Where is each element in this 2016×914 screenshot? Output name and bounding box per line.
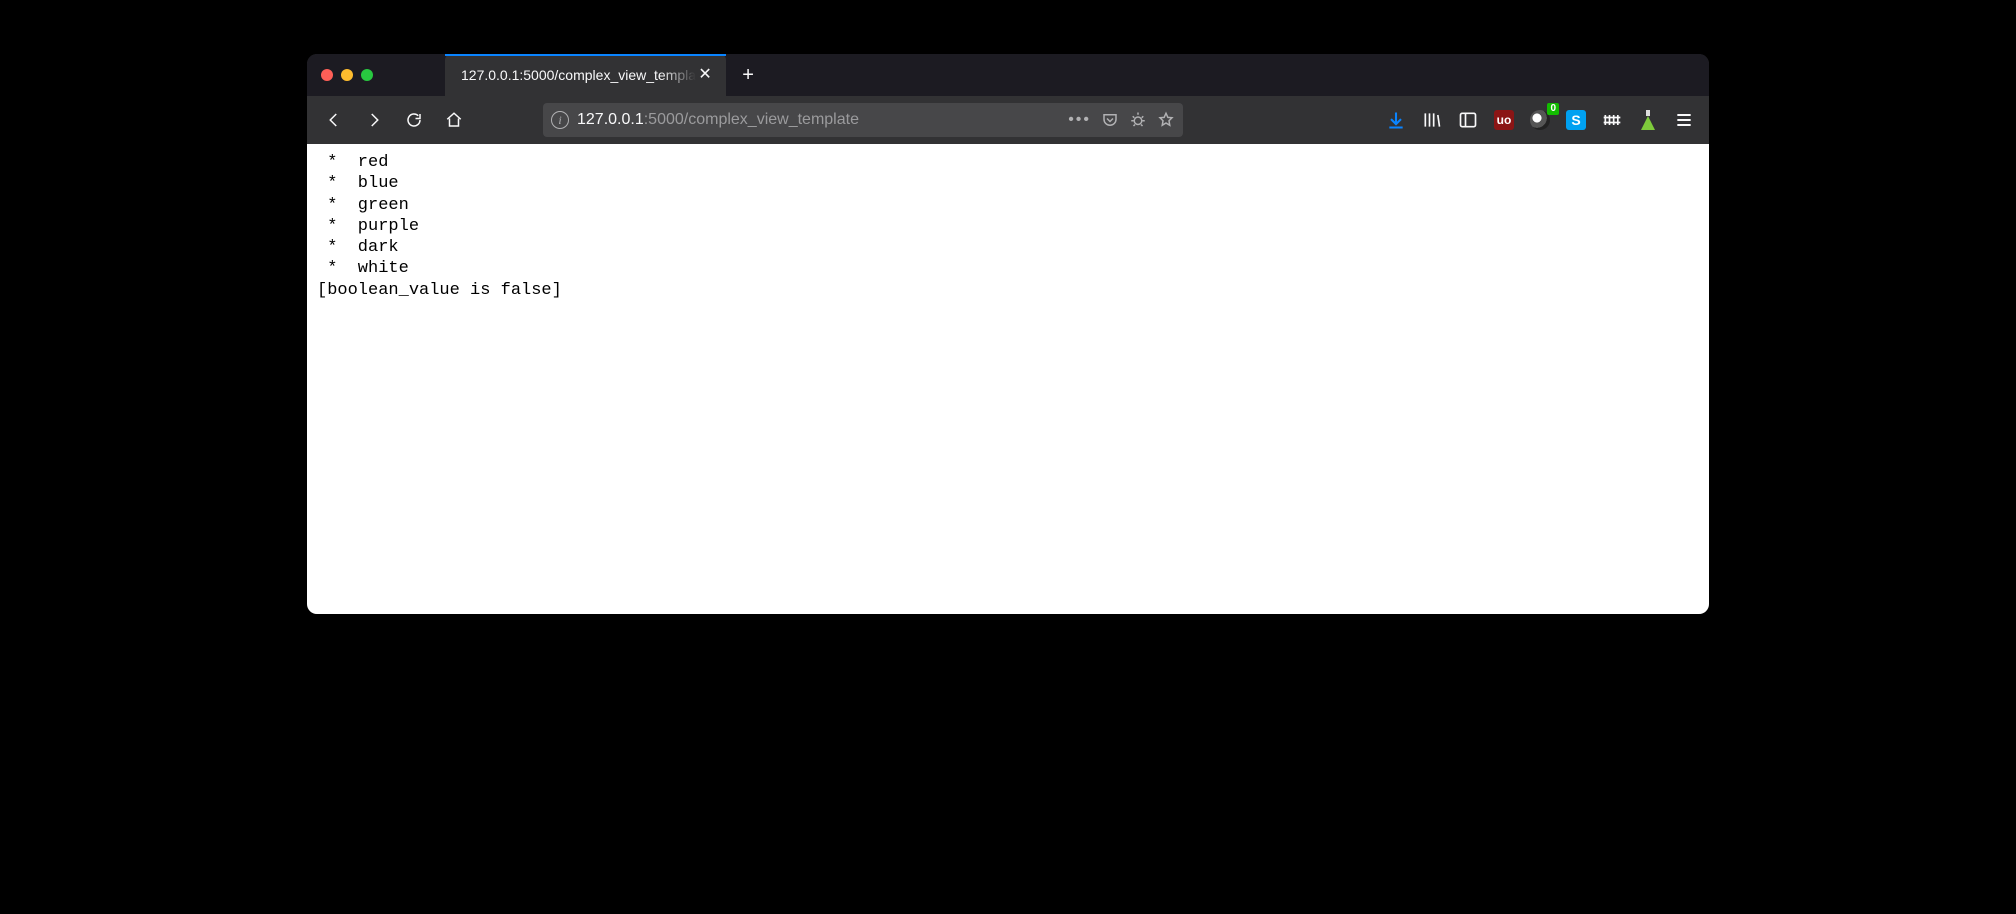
address-bar[interactable]: i 127.0.0.1:5000/complex_view_template •… [543, 103, 1183, 137]
page-actions-icon[interactable]: ••• [1068, 111, 1091, 129]
nav-bar: i 127.0.0.1:5000/complex_view_template •… [307, 96, 1709, 144]
toolbar-extensions: uo 0 S [1385, 109, 1699, 131]
badger-count: 0 [1547, 103, 1559, 115]
reload-button[interactable] [397, 103, 431, 137]
browser-window: 127.0.0.1:5000/complex_view_templa ✕ + i… [307, 54, 1709, 614]
url-text: 127.0.0.1:5000/complex_view_template [577, 111, 1060, 129]
bug-icon[interactable] [1129, 111, 1147, 129]
window-controls [321, 69, 373, 81]
app-menu-button[interactable] [1673, 109, 1695, 131]
window-maximize-button[interactable] [361, 69, 373, 81]
back-button[interactable] [317, 103, 351, 137]
s-extension-icon[interactable]: S [1565, 109, 1587, 131]
page-body-text: * red * blue * green * purple * dark * w… [317, 152, 1699, 301]
library-icon[interactable] [1421, 109, 1443, 131]
tab-close-button[interactable]: ✕ [696, 66, 714, 84]
tab-title: 127.0.0.1:5000/complex_view_templa [461, 67, 696, 83]
page-viewport: * red * blue * green * purple * dark * w… [307, 144, 1709, 614]
tab-strip: 127.0.0.1:5000/complex_view_templa ✕ + [307, 54, 1709, 96]
forward-button[interactable] [357, 103, 391, 137]
site-info-icon[interactable]: i [551, 111, 569, 129]
downloads-icon[interactable] [1385, 109, 1407, 131]
url-path: /complex_view_template [684, 111, 859, 128]
browser-tab[interactable]: 127.0.0.1:5000/complex_view_templa ✕ [445, 54, 726, 96]
window-close-button[interactable] [321, 69, 333, 81]
home-button[interactable] [437, 103, 471, 137]
bookmark-star-icon[interactable] [1157, 111, 1175, 129]
new-tab-button[interactable]: + [732, 59, 764, 91]
pocket-icon[interactable] [1101, 111, 1119, 129]
flask-icon[interactable] [1637, 109, 1659, 131]
ublock-icon[interactable]: uo [1493, 109, 1515, 131]
url-port: :5000 [644, 111, 684, 128]
privacy-badger-icon[interactable]: 0 [1529, 109, 1551, 131]
url-host: 127.0.0.1 [577, 111, 644, 128]
window-minimize-button[interactable] [341, 69, 353, 81]
fence-icon[interactable] [1601, 109, 1623, 131]
sidebar-icon[interactable] [1457, 109, 1479, 131]
address-actions: ••• [1068, 111, 1175, 129]
